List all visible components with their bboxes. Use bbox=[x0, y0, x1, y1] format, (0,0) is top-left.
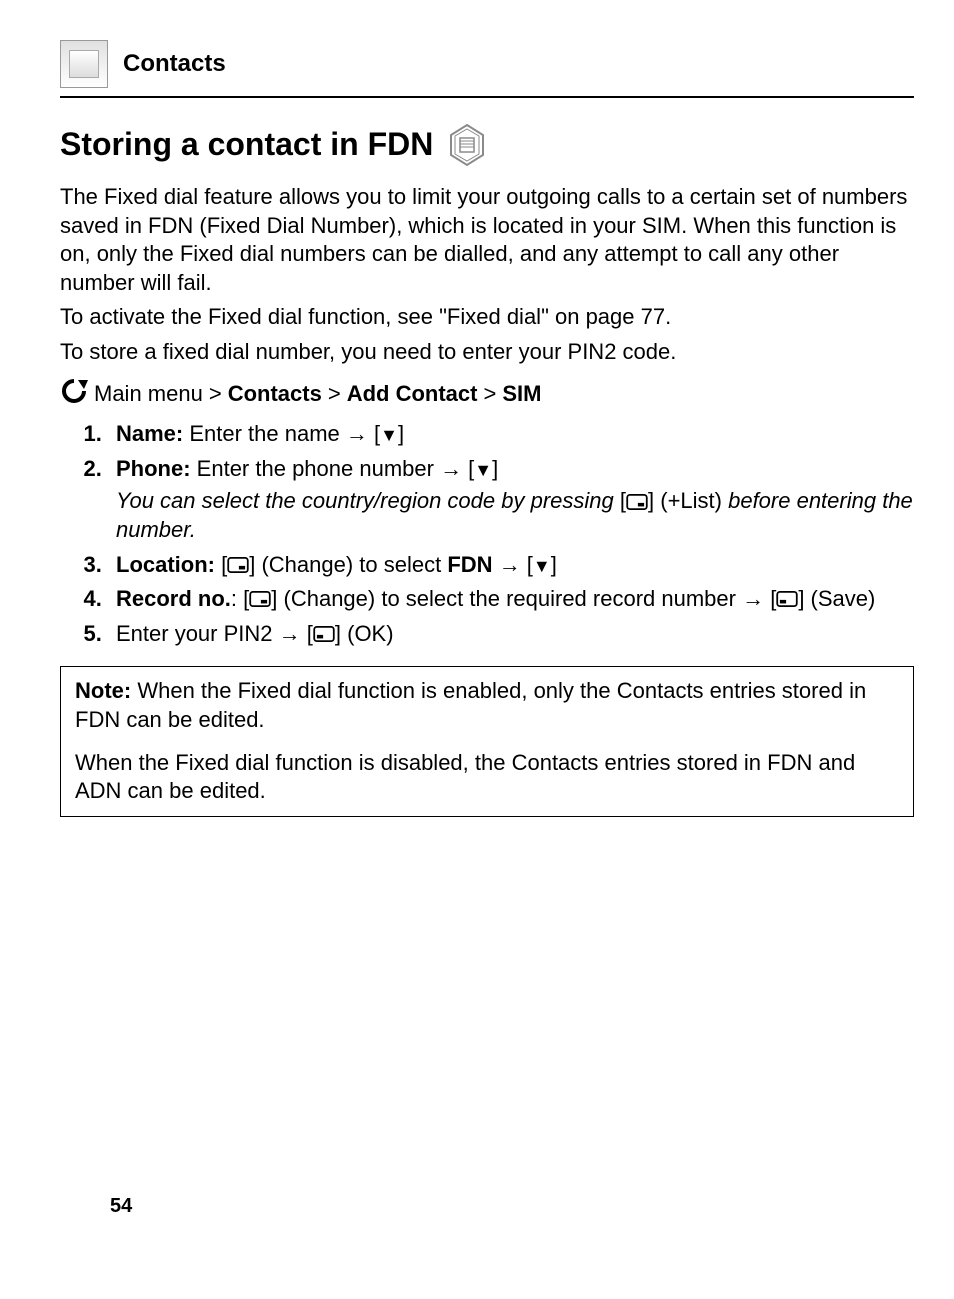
arrow-right-icon: → bbox=[346, 423, 368, 445]
page-header: Contacts bbox=[60, 40, 914, 98]
breadcrumb-item: SIM bbox=[502, 380, 541, 409]
softkey-right-icon bbox=[626, 494, 648, 510]
step-text: Enter your PIN2 bbox=[116, 621, 279, 646]
nav-arrow-icon bbox=[60, 377, 88, 413]
step-3: Location: [] (Change) to select FDN → [▼… bbox=[108, 551, 914, 580]
down-triangle-icon: ▼ bbox=[533, 557, 551, 575]
main-title-row: Storing a contact in FDN bbox=[60, 123, 914, 167]
softkey-left-icon bbox=[776, 591, 798, 607]
contacts-icon bbox=[60, 40, 108, 88]
note-label: Note: bbox=[75, 678, 131, 703]
step-4: Record no.: [] (Change) to select the re… bbox=[108, 585, 914, 614]
sim-card-icon bbox=[445, 123, 489, 167]
breadcrumb: Main menu > Contacts > Add Contact > SIM bbox=[60, 377, 914, 413]
step-text: Enter the phone number bbox=[191, 456, 441, 481]
breadcrumb-sep: > bbox=[328, 380, 341, 409]
step-5: Enter your PIN2 → [] (OK) bbox=[108, 620, 914, 649]
arrow-right-icon: → bbox=[499, 554, 521, 576]
page-number: 54 bbox=[110, 1193, 132, 1219]
breadcrumb-item: Contacts bbox=[228, 380, 322, 409]
save-text: (Save) bbox=[804, 586, 875, 611]
softkey-right-icon bbox=[227, 557, 249, 573]
softkey-left-icon bbox=[313, 626, 335, 642]
fdn-label: FDN bbox=[447, 552, 492, 577]
breadcrumb-prefix: Main menu bbox=[94, 380, 203, 409]
intro-paragraph-3: To store a fixed dial number, you need t… bbox=[60, 338, 914, 367]
step-colon: : bbox=[231, 586, 243, 611]
breadcrumb-sep: > bbox=[483, 380, 496, 409]
arrow-right-icon: → bbox=[440, 458, 462, 480]
step-text: Enter the name bbox=[183, 421, 346, 446]
intro-paragraph-1: The Fixed dial feature allows you to lim… bbox=[60, 183, 914, 297]
section-title: Contacts bbox=[123, 48, 226, 79]
note-paragraph-1: Note: When the Fixed dial function is en… bbox=[75, 677, 899, 734]
step-2-note-a: You can select the country/region code b… bbox=[116, 488, 620, 513]
note-box: Note: When the Fixed dial function is en… bbox=[60, 666, 914, 816]
step-text: (Change) to select bbox=[255, 552, 447, 577]
step-text: (Change) to select the required record n… bbox=[277, 586, 742, 611]
intro-paragraph-2: To activate the Fixed dial function, see… bbox=[60, 303, 914, 332]
breadcrumb-sep: > bbox=[209, 380, 222, 409]
page-title: Storing a contact in FDN bbox=[60, 124, 433, 166]
step-2: Phone: Enter the phone number → [▼] You … bbox=[108, 455, 914, 545]
step-2-note-after: (+List) bbox=[654, 488, 728, 513]
step-2-note: You can select the country/region code b… bbox=[116, 487, 914, 544]
down-triangle-icon: ▼ bbox=[380, 426, 398, 444]
down-triangle-icon: ▼ bbox=[474, 461, 492, 479]
arrow-right-icon: → bbox=[279, 623, 301, 645]
note-p1-text: When the Fixed dial function is enabled,… bbox=[75, 678, 866, 732]
note-paragraph-2: When the Fixed dial function is disabled… bbox=[75, 749, 899, 806]
step-1: Name: Enter the name → [▼] bbox=[108, 420, 914, 449]
step-label: Phone: bbox=[116, 456, 191, 481]
ok-text: (OK) bbox=[341, 621, 394, 646]
breadcrumb-item: Add Contact bbox=[347, 380, 478, 409]
step-label: Record no. bbox=[116, 586, 231, 611]
step-label: Location: bbox=[116, 552, 215, 577]
step-label: Name: bbox=[116, 421, 183, 446]
softkey-right-icon bbox=[249, 591, 271, 607]
arrow-right-icon: → bbox=[742, 588, 764, 610]
steps-list: Name: Enter the name → [▼] Phone: Enter … bbox=[60, 420, 914, 648]
